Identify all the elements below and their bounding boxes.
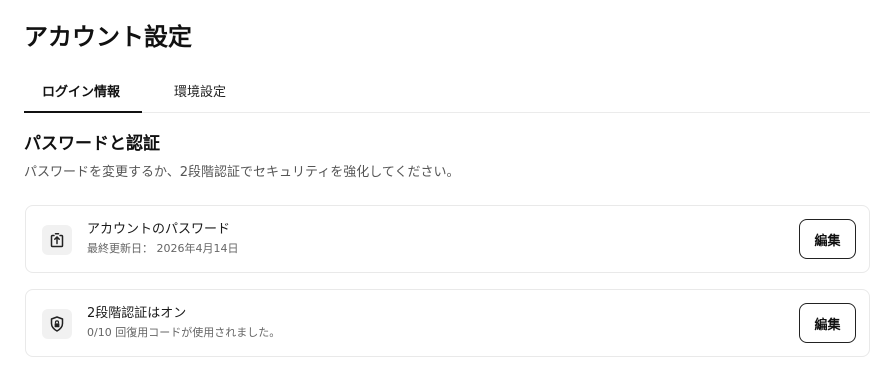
section-description: パスワードを変更するか、2段階認証でセキュリティを強化してください。 [24, 165, 460, 180]
tab-login-info[interactable]: ログイン情報 [24, 74, 142, 113]
recovery-codes-status: 0/10 回復用コードが使用されました。 [87, 326, 281, 339]
settings-tabs: ログイン情報 環境設定 [24, 74, 870, 113]
two-factor-card: 2段階認証はオン 0/10 回復用コードが使用されました。 編集 [25, 289, 870, 357]
password-card-title: アカウントのパスワード [87, 222, 231, 237]
edit-two-factor-button[interactable]: 編集 [799, 303, 856, 343]
edit-password-button[interactable]: 編集 [799, 219, 856, 259]
page-title: アカウント設定 [24, 23, 192, 51]
password-last-updated: 最終更新日： 2026年4月14日 [87, 242, 239, 255]
password-card: アカウントのパスワード 最終更新日： 2026年4月14日 編集 [25, 205, 870, 273]
password-upload-icon [42, 225, 72, 255]
account-settings-page: アカウント設定 ログイン情報 環境設定 パスワードと認証 パスワードを変更するか… [0, 0, 890, 370]
two-factor-card-title: 2段階認証はオン [87, 306, 187, 321]
tab-preferences[interactable]: 環境設定 [142, 74, 244, 112]
shield-lock-icon [42, 309, 72, 339]
section-title: パスワードと認証 [24, 134, 160, 154]
